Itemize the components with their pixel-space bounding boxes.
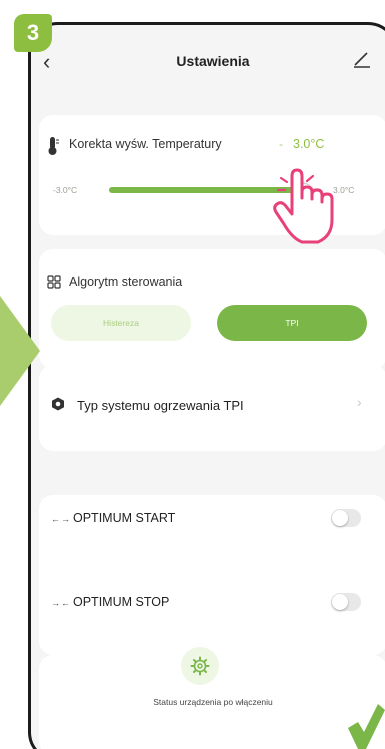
- histereza-button[interactable]: Histereza: [51, 305, 191, 341]
- top-bar: ‹ Ustawienia: [31, 25, 385, 95]
- algorithm-label: Algorytm sterowania: [69, 275, 183, 289]
- checkmark-decoration: [348, 704, 385, 749]
- gear-icon: [190, 656, 210, 676]
- optimum-stop-label: OPTIMUM STOP: [73, 595, 170, 609]
- tpi-system-label: Typ systemu ogrzewania TPI: [77, 398, 244, 413]
- temp-correction-separator: -: [279, 137, 283, 151]
- hexagon-icon: [52, 397, 64, 411]
- optimum-start-label: OPTIMUM START: [73, 511, 176, 525]
- power-on-status-label: Status urządzenia po włączeniu: [153, 697, 273, 707]
- tpi-button[interactable]: TPI: [217, 305, 367, 341]
- step-badge: 3: [14, 14, 52, 52]
- power-on-status-icon[interactable]: [181, 647, 219, 685]
- optimum-stop-toggle[interactable]: [331, 593, 361, 611]
- page-title: Ustawienia: [176, 53, 250, 69]
- arrows-icon: →←: [51, 598, 71, 608]
- phone-frame: ‹ Ustawienia Korekta wyśw. Temperatury -…: [28, 22, 385, 749]
- edit-icon[interactable]: [351, 47, 373, 69]
- temp-correction-label: Korekta wyśw. Temperatury: [69, 137, 222, 151]
- side-arrow-decoration: [0, 296, 40, 406]
- hand-pointer-icon: [273, 168, 334, 244]
- slider-min-label: -3.0°C: [53, 185, 78, 195]
- thermometer-icon: [48, 137, 59, 155]
- grid-icon: [47, 275, 61, 289]
- temp-correction-value: 3.0°C: [293, 137, 325, 151]
- chevron-right-icon: ›: [357, 394, 362, 410]
- arrows-icon: ←→: [51, 514, 71, 524]
- optimum-start-toggle[interactable]: [331, 509, 361, 527]
